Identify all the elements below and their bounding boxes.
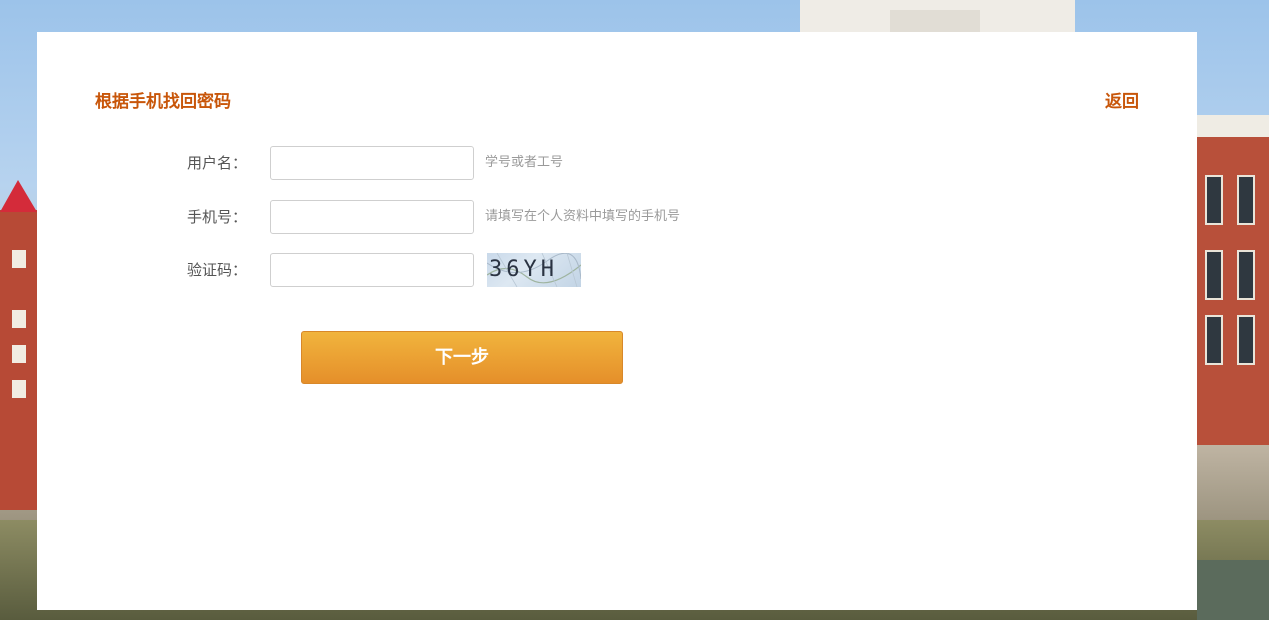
username-label: 用户名： <box>187 154 248 172</box>
username-input[interactable] <box>270 146 474 180</box>
captcha-input[interactable] <box>270 253 474 287</box>
phone-row: 手机号： 请填写在个人资料中填写的手机号 <box>37 200 837 234</box>
page-title: 根据手机找回密码 <box>95 92 231 112</box>
captcha-row: 验证码： 36YH <box>37 253 837 287</box>
phone-hint: 请填写在个人资料中填写的手机号 <box>485 209 681 224</box>
phone-label: 手机号： <box>187 208 248 226</box>
background-water <box>1197 560 1269 620</box>
back-link[interactable]: 返回 <box>1105 90 1139 114</box>
next-step-button[interactable]: 下一步 <box>301 331 623 384</box>
captcha-text: 36YH <box>489 257 558 282</box>
background-building-left <box>0 180 37 510</box>
captcha-label: 验证码： <box>187 261 248 279</box>
background-building-top <box>800 0 1075 32</box>
username-row: 用户名： 学号或者工号 <box>37 146 837 180</box>
password-recovery-panel: 根据手机找回密码 返回 用户名： 学号或者工号 手机号： 请填写在个人资料中填写… <box>37 32 1197 610</box>
captcha-image[interactable]: 36YH <box>487 253 581 287</box>
username-hint: 学号或者工号 <box>485 155 564 170</box>
phone-input[interactable] <box>270 200 474 234</box>
background-building-right <box>1197 115 1269 445</box>
